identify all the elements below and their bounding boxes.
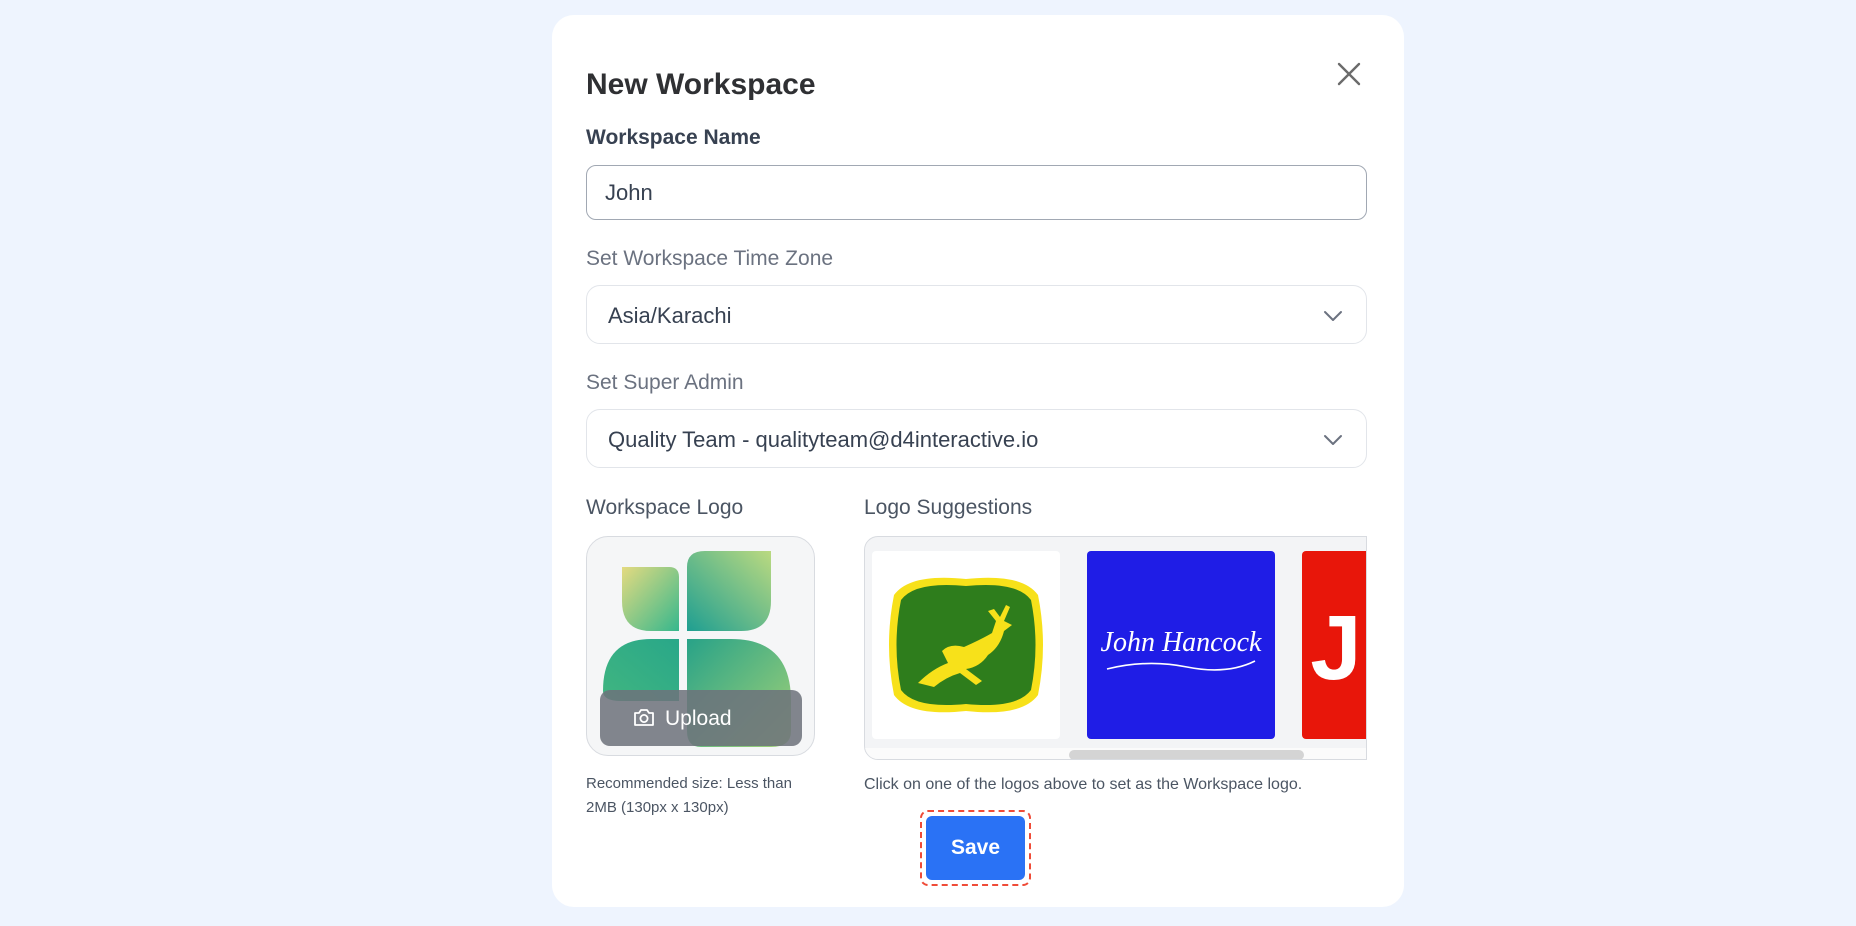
deer-logo-icon — [889, 577, 1043, 713]
workspace-name-label: Workspace Name — [586, 126, 761, 149]
workspace-logo-label: Workspace Logo — [586, 496, 744, 519]
letter-logo-icon: J — [1310, 597, 1361, 699]
upload-label: Upload — [665, 707, 732, 730]
super-admin-label: Set Super Admin — [586, 371, 744, 394]
super-admin-value: Quality Team - qualityteam@d4interactive… — [608, 427, 1039, 452]
logo-suggestions-hint: Click on one of the logos above to set a… — [864, 776, 1303, 793]
time-zone-select[interactable]: Asia/Karachi — [586, 285, 1367, 344]
logo-suggestions-label: Logo Suggestions — [864, 496, 1033, 519]
super-admin-select[interactable]: Quality Team - qualityteam@d4interactive… — [586, 409, 1367, 468]
upload-button[interactable]: Upload — [600, 690, 802, 746]
logo-suggestion-letter[interactable]: J — [1302, 551, 1366, 739]
modal-title: New Workspace — [586, 68, 816, 101]
logo-size-hint: Recommended size: Less than 2MB (130px x… — [586, 775, 792, 816]
logo-suggestion-signature[interactable]: John Hancock — [1087, 551, 1275, 739]
chevron-down-icon — [1324, 311, 1342, 321]
new-workspace-modal: New Workspace Workspace Name Set Workspa… — [552, 15, 1404, 907]
workspace-logo-preview[interactable]: Upload — [586, 536, 815, 756]
time-zone-value: Asia/Karachi — [608, 303, 732, 328]
chevron-down-icon — [1324, 435, 1342, 445]
carousel-scrollbar-thumb[interactable] — [1069, 750, 1304, 759]
workspace-name-input[interactable] — [586, 165, 1367, 220]
signature-logo-icon: John Hancock — [1101, 627, 1263, 671]
close-button[interactable] — [1332, 57, 1366, 91]
logo-suggestions-carousel: John Hancock J — [864, 536, 1367, 760]
save-button[interactable]: Save — [926, 816, 1025, 880]
camera-icon — [634, 709, 654, 726]
letter-logo-text: J — [1310, 597, 1361, 699]
logo-suggestion-deer[interactable] — [872, 551, 1060, 739]
close-icon — [1337, 62, 1361, 86]
signature-logo-text: John Hancock — [1101, 627, 1263, 658]
time-zone-label: Set Workspace Time Zone — [586, 247, 834, 270]
